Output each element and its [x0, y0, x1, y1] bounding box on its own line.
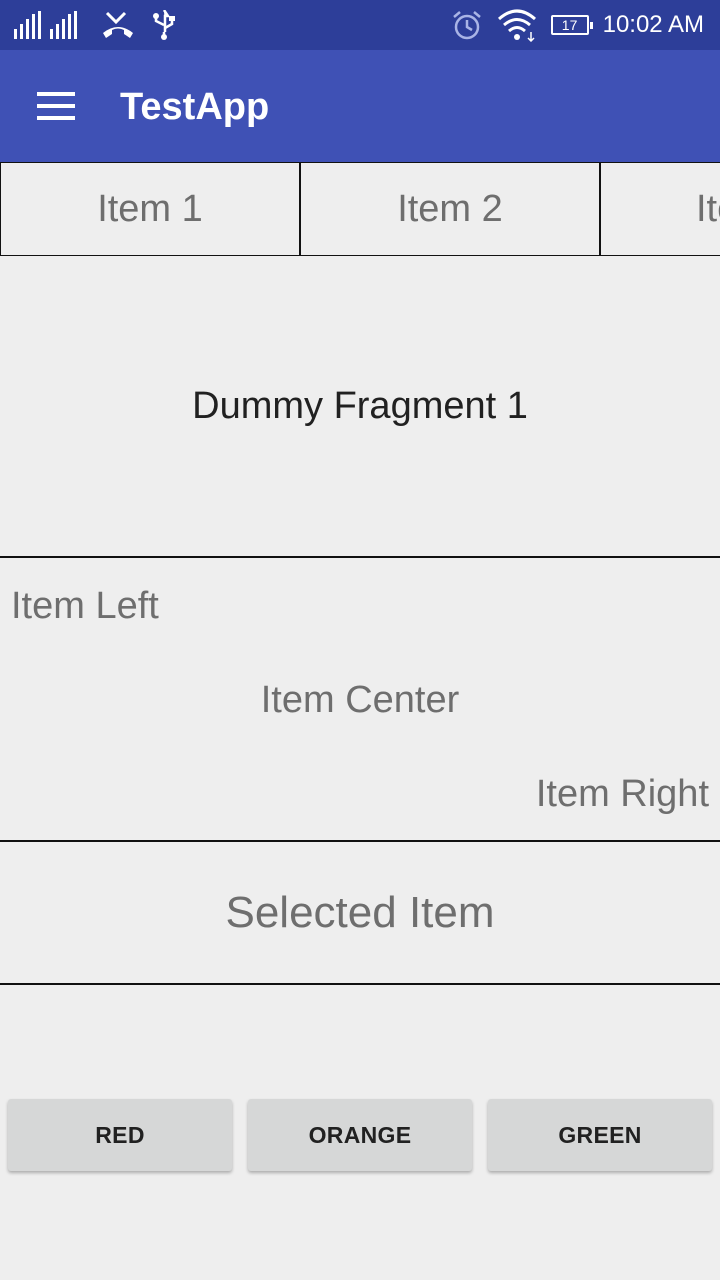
dummy-fragment: Dummy Fragment 1: [0, 256, 720, 556]
divider: [0, 983, 720, 985]
selected-item-label: Selected Item: [225, 888, 495, 937]
tab-strip[interactable]: Item 1 Item 2 Item 3: [0, 162, 720, 256]
missed-call-icon: [103, 11, 133, 38]
status-left-icons: [14, 10, 176, 40]
hamburger-menu-icon[interactable]: [26, 82, 86, 130]
green-button[interactable]: GREEN: [488, 1099, 712, 1171]
item-center: Item Center: [260, 679, 460, 721]
divider: [0, 556, 720, 558]
wifi-icon: [497, 9, 536, 42]
orange-button[interactable]: ORANGE: [248, 1099, 472, 1171]
selected-item[interactable]: Selected Item: [0, 842, 720, 984]
item-right: Item Right: [535, 773, 709, 815]
status-bar: 17 10:02 AM: [0, 0, 720, 50]
battery-icon: 17: [550, 15, 593, 35]
app-title: TestApp: [120, 86, 270, 128]
tab-item-1[interactable]: Item 1: [0, 162, 300, 256]
usb-icon: [153, 10, 175, 40]
item-left: Item Left: [11, 585, 159, 627]
tab-item-2[interactable]: Item 2: [300, 162, 600, 256]
status-clock: 10:02 AM: [602, 11, 704, 38]
tab-item-3[interactable]: Item 3: [600, 162, 720, 256]
app-bar: TestApp: [0, 50, 720, 162]
status-right-icons: 17 10:02 AM: [451, 8, 704, 42]
signal-icon: [14, 11, 77, 39]
fragment-label: Dummy Fragment 1: [192, 384, 528, 427]
alarm-icon: [452, 11, 481, 40]
red-button[interactable]: RED: [8, 1099, 232, 1171]
